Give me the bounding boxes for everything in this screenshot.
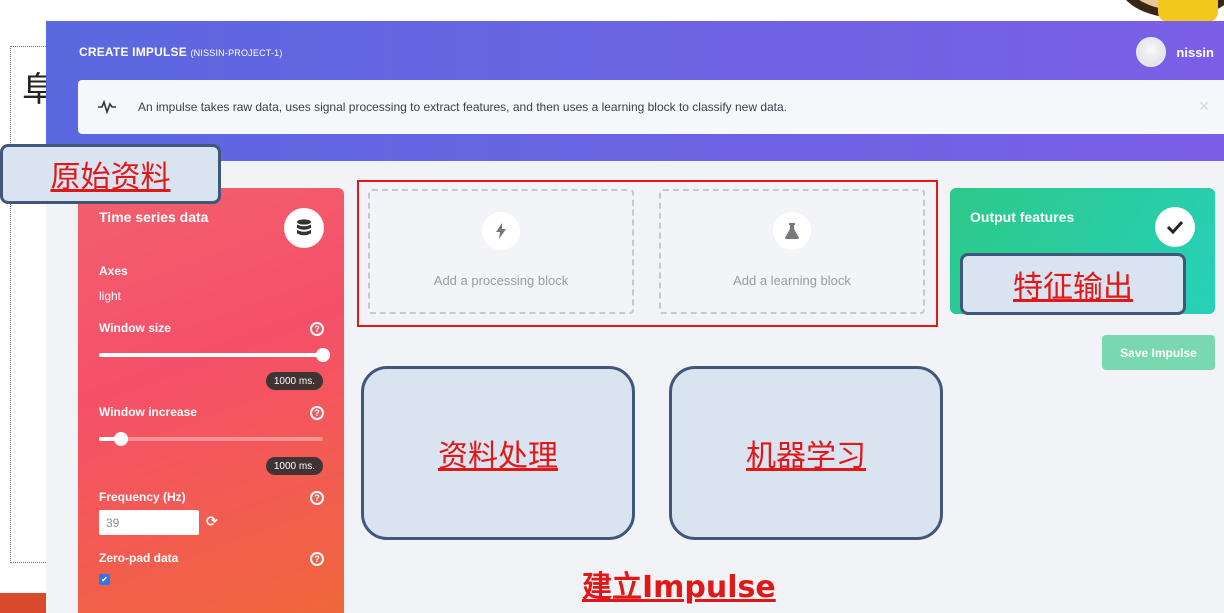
help-icon[interactable]: ? [310, 322, 324, 336]
frequency-label: Frequency (Hz) [99, 490, 186, 504]
flask-icon [773, 212, 811, 250]
window-size-label: Window size [99, 321, 171, 335]
window-increase-label: Window increase [99, 405, 197, 419]
axes-label: Axes [99, 264, 128, 278]
edge-impulse-window: CREATE IMPULSE (NISSIN-PROJECT-1) nissin… [46, 21, 1224, 613]
slide-placeholder-frame [10, 46, 50, 563]
time-series-title: Time series data [99, 209, 209, 225]
app-header: CREATE IMPULSE (NISSIN-PROJECT-1) nissin… [46, 21, 1224, 161]
username[interactable]: nissin [1176, 45, 1214, 60]
project-name: (NISSIN-PROJECT-1) [190, 48, 283, 58]
output-features-title: Output features [970, 209, 1075, 225]
pulse-icon [98, 100, 138, 114]
help-icon[interactable]: ? [310, 406, 324, 420]
mascot-image [1126, 0, 1224, 22]
info-banner: An impulse takes raw data, uses signal p… [78, 80, 1224, 134]
save-impulse-button[interactable]: Save Impulse [1102, 335, 1215, 370]
close-icon[interactable]: ✕ [1198, 98, 1210, 115]
window-size-slider-thumb[interactable] [316, 348, 330, 362]
zero-pad-label: Zero-pad data [99, 551, 179, 565]
help-icon[interactable]: ? [310, 552, 324, 566]
add-processing-block-label: Add a processing block [433, 273, 569, 288]
info-text: An impulse takes raw data, uses signal p… [138, 100, 788, 114]
slide-footer-title: 建立Impulse [582, 570, 776, 605]
callout-data-processing: 资料处理 [361, 366, 635, 540]
axes-value: light [99, 289, 122, 303]
window-increase-slider[interactable] [99, 432, 323, 446]
zero-pad-checkbox[interactable]: ✔ [99, 574, 110, 585]
add-processing-block[interactable]: Add a processing block [368, 189, 634, 314]
callout-machine-learning: 机器学习 [669, 366, 943, 540]
screen: 阜 CREATE IMPULSE (NISSIN-PROJECT-1) niss… [0, 0, 1224, 613]
refresh-icon[interactable]: ⟳ [206, 513, 218, 530]
user-menu[interactable]: nissin [1136, 37, 1214, 67]
page-title: CREATE IMPULSE (NISSIN-PROJECT-1) [79, 45, 283, 59]
slide-red-strip [0, 593, 50, 613]
callout-feature-output: 特征输出 [960, 253, 1186, 315]
page-title-text: CREATE IMPULSE [79, 45, 187, 59]
add-learning-block-label: Add a learning block [733, 273, 851, 288]
checkmark-icon [1155, 207, 1195, 247]
time-series-block: Time series data Axes light Window size … [78, 188, 344, 613]
callout-raw-data: 原始资料 [0, 144, 221, 204]
window-increase-slider-thumb[interactable] [114, 432, 129, 446]
database-icon [284, 208, 324, 248]
frequency-input[interactable] [99, 510, 199, 535]
window-increase-value: 1000 ms. [265, 457, 323, 475]
window-size-slider-fill [99, 353, 323, 357]
window-size-value: 1000 ms. [265, 372, 323, 390]
add-learning-block[interactable]: Add a learning block [659, 189, 925, 314]
avatar[interactable] [1136, 37, 1167, 67]
window-size-slider[interactable] [99, 348, 330, 362]
lightning-icon [482, 212, 520, 250]
help-icon[interactable]: ? [310, 491, 324, 505]
